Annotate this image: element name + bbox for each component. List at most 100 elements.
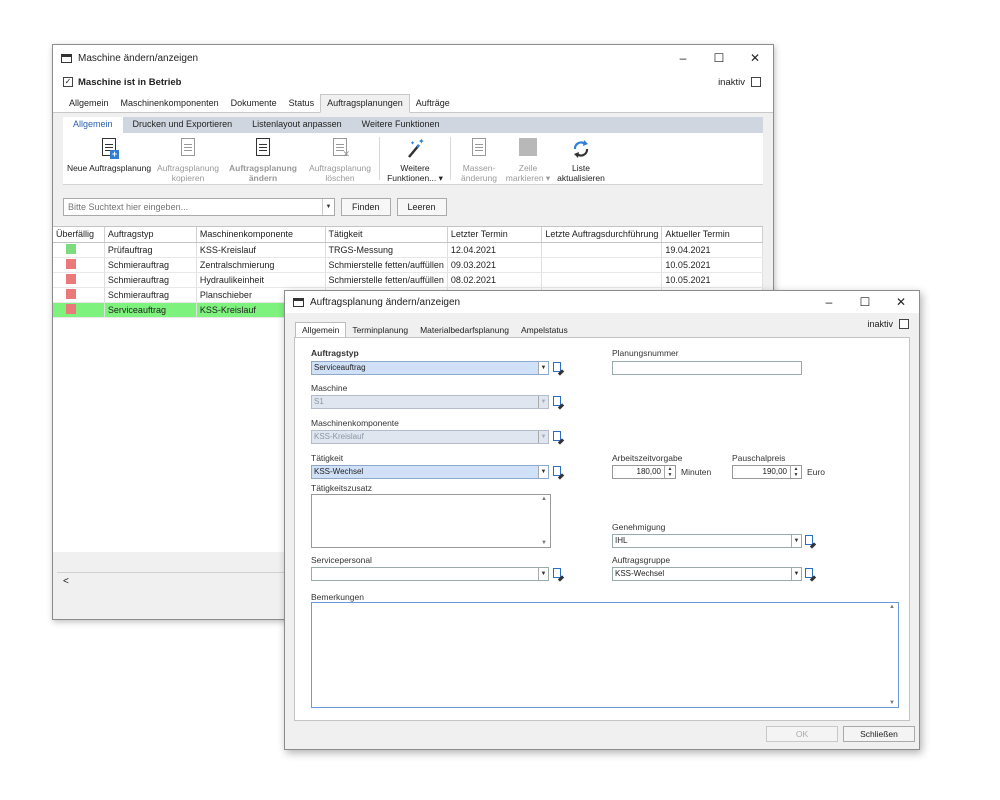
col-header-overdue[interactable]: Überfällig (53, 227, 105, 243)
vertical-scrollbar[interactable]: ▲ ▼ (886, 603, 898, 707)
genehmigung-select[interactable]: IHL ▼ (612, 534, 802, 548)
close-button[interactable]: ✕ (737, 51, 773, 65)
ok-button[interactable]: OK (766, 726, 838, 742)
zusatz-textarea[interactable]: ▲ ▼ (311, 494, 551, 548)
last-execution-cell (541, 242, 663, 258)
col-header-last-date[interactable]: Letzter Termin (447, 227, 543, 243)
component-cell: KSS-Kreislauf (196, 242, 326, 258)
activity-cell: Schmierstelle fetten/auffüllen (325, 272, 448, 288)
overdue-cell (53, 272, 105, 288)
inactive-toggle: inaktiv (718, 77, 761, 88)
clear-button[interactable]: Leeren (396, 198, 447, 216)
planungsnummer-input[interactable] (612, 361, 802, 375)
servicepersonal-select[interactable]: ▼ (311, 567, 549, 581)
table-row[interactable]: Schmierauftrag Zentralschmierung Schmier… (53, 257, 763, 273)
edit-icon[interactable] (553, 568, 565, 582)
plan-form: Auftragstyp Serviceauftrag ▼ Maschine S1… (294, 337, 910, 721)
new-plan-button[interactable]: + Neue Auftragsplanung (63, 133, 155, 184)
search-input[interactable] (64, 202, 314, 212)
more-functions-label-1: Weitere (400, 163, 430, 173)
inactive-checkbox[interactable] (899, 319, 909, 329)
auftragstyp-select[interactable]: Serviceauftrag ▼ (311, 361, 549, 375)
ribbon-tab-drucken[interactable]: Drucken und Exportieren (123, 117, 243, 133)
plan-dialog: Auftragsplanung ändern/anzeigen – ☐ ✕ Al… (284, 290, 920, 750)
ribbon-tab-listenlayout[interactable]: Listenlayout anpassen (242, 117, 352, 133)
inactive-checkbox[interactable] (751, 77, 761, 87)
copy-document-icon (177, 137, 199, 161)
chevron-down-icon[interactable]: ▼ (538, 431, 548, 443)
close-button[interactable]: ✕ (883, 295, 919, 309)
minimize-button[interactable]: – (811, 295, 847, 309)
col-header-current-date[interactable]: Aktueller Termin (661, 227, 763, 243)
chevron-down-icon[interactable]: ▼ (538, 362, 548, 374)
pauschal-spinner[interactable]: 190,00 ▲ ▼ (732, 465, 802, 479)
vertical-scrollbar[interactable]: ▲ ▼ (538, 495, 550, 547)
komponente-select[interactable]: KSS-Kreislauf ▼ (311, 430, 549, 444)
ribbon-tab-allgemein[interactable]: Allgemein (63, 117, 123, 133)
spin-arrows-icon[interactable]: ▲ ▼ (790, 466, 801, 478)
close-dialog-button[interactable]: Schließen (843, 726, 915, 742)
copy-plan-button[interactable]: Auftragsplanung kopieren (155, 133, 221, 184)
inactive-toggle: inaktiv (867, 319, 909, 329)
zusatz-label: Tätigkeitszusatz (311, 483, 372, 493)
edit-icon[interactable] (553, 466, 565, 480)
type-cell: Schmierauftrag (104, 287, 197, 303)
chevron-down-icon[interactable]: ▼ (538, 466, 548, 478)
last-execution-cell (541, 272, 663, 288)
taetigkeit-select[interactable]: KSS-Wechsel ▼ (311, 465, 549, 479)
table-row[interactable]: Schmierauftrag Hydraulikeinheit Schmiers… (53, 272, 763, 288)
chevron-down-icon[interactable]: ▼ (538, 396, 548, 408)
edit-icon[interactable] (553, 362, 565, 376)
in-operation-checkbox[interactable]: ✓ (63, 77, 73, 87)
mass-edit-button[interactable]: Massen- änderung (455, 133, 503, 184)
edit-plan-button[interactable]: Auftragsplanung ändern (221, 133, 305, 184)
komponente-label: Maschinenkomponente (311, 418, 399, 428)
tab-allgemein[interactable]: Allgemein (295, 322, 347, 337)
tab-auftragsplanungen[interactable]: Auftragsplanungen (320, 94, 410, 113)
col-header-component[interactable]: Maschinenkomponente (196, 227, 326, 243)
mark-row-button[interactable]: Zeile markieren ▾ (503, 133, 553, 184)
last-date-cell: 09.03.2021 (447, 257, 543, 273)
tab-auftraege[interactable]: Aufträge (410, 95, 456, 112)
pauschal-label: Pauschalpreis (732, 453, 786, 463)
chevron-down-icon[interactable]: ▼ (791, 535, 801, 547)
maximize-button[interactable]: ☐ (701, 51, 737, 65)
ribbon-tab-weitere[interactable]: Weitere Funktionen (352, 117, 450, 133)
refresh-list-button[interactable]: Liste aktualisieren (553, 133, 609, 184)
edit-icon[interactable] (553, 431, 565, 445)
maximize-button[interactable]: ☐ (847, 295, 883, 309)
col-header-last-execution[interactable]: Letzte Auftragsdurchführung (541, 227, 663, 243)
edit-icon[interactable] (553, 396, 565, 410)
scroll-left-icon[interactable]: < (63, 576, 69, 587)
genehmigung-value: IHL (615, 536, 628, 545)
col-header-type[interactable]: Auftragstyp (104, 227, 197, 243)
spin-arrows-icon[interactable]: ▲ ▼ (664, 466, 675, 478)
inactive-label: inaktiv (718, 76, 745, 88)
col-header-activity[interactable]: Tätigkeit (325, 227, 448, 243)
tab-terminplanung[interactable]: Terminplanung (346, 323, 414, 337)
maschine-select[interactable]: S1 ▼ (311, 395, 549, 409)
search-combo[interactable]: ▼ (63, 198, 335, 216)
toolbar-separator (450, 137, 451, 180)
bemerkungen-textarea[interactable]: ▲ ▼ (311, 602, 899, 708)
tab-allgemein[interactable]: Allgemein (63, 95, 115, 112)
edit-icon[interactable] (805, 568, 817, 582)
minimize-button[interactable]: – (665, 51, 701, 65)
tab-status[interactable]: Status (283, 95, 321, 112)
tab-materialbedarfsplanung[interactable]: Materialbedarfsplanung (414, 323, 515, 337)
table-row[interactable]: Prüfauftrag KSS-Kreislauf TRGS-Messung 1… (53, 242, 763, 258)
chevron-down-icon[interactable]: ▼ (538, 568, 548, 580)
tab-ampelstatus[interactable]: Ampelstatus (515, 323, 574, 337)
auftragsgruppe-select[interactable]: KSS-Wechsel ▼ (612, 567, 802, 581)
more-functions-button[interactable]: ✦ ✦ Weitere Funktionen... ▾ (384, 133, 446, 184)
mass-edit-label-1: Massen- (462, 163, 496, 173)
arbeitszeit-spinner[interactable]: 180,00 ▲ ▼ (612, 465, 676, 479)
edit-icon[interactable] (805, 535, 817, 549)
tab-maschinenkomponenten[interactable]: Maschinenkomponenten (115, 95, 225, 112)
chevron-down-icon[interactable]: ▼ (791, 568, 801, 580)
delete-plan-button[interactable]: ✕ Auftragsplanung löschen (305, 133, 375, 184)
find-button[interactable]: Finden (341, 198, 391, 216)
chevron-down-icon[interactable]: ▼ (322, 199, 334, 215)
tab-dokumente[interactable]: Dokumente (225, 95, 283, 112)
mark-row-label-2: markieren ▾ (505, 173, 551, 183)
